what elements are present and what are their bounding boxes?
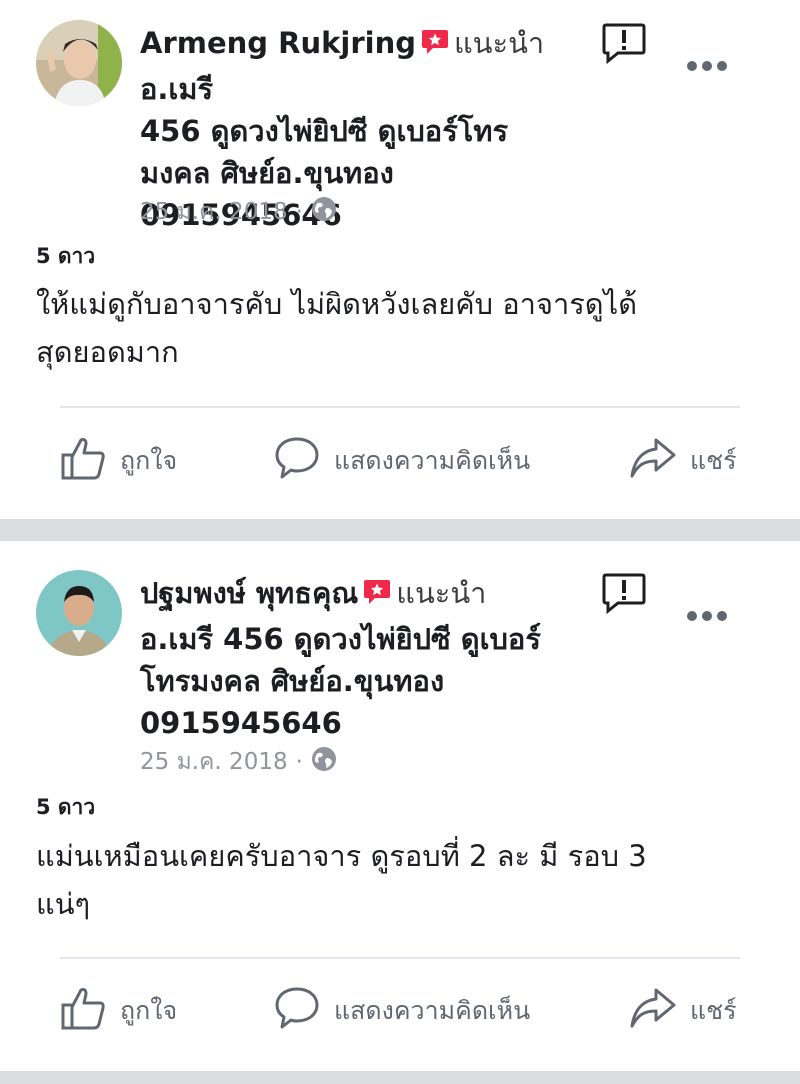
author-avatar[interactable] [36, 570, 122, 656]
recommend-badge-icon [362, 576, 392, 618]
more-options-icon[interactable] [686, 607, 728, 621]
author-avatar[interactable] [36, 20, 122, 106]
review-post-2: ปฐมพงษ์ พุทธคุณ แนะนำ อ.เมรี 456 ดูดวงไพ่… [0, 541, 800, 1071]
recommend-label: แนะนำ [453, 26, 545, 60]
author-name[interactable]: Armeng Rukjring [140, 26, 416, 60]
review-text-line: สุดยอดมาก [36, 335, 179, 369]
thumbs-up-icon [60, 436, 106, 486]
page-name-part[interactable]: โทรมงคล ศิษย์อ.ขุนทอง [140, 664, 444, 698]
thumbs-up-icon [60, 986, 106, 1036]
comment-label: แสดงความคิดเห็น [334, 446, 531, 475]
globe-icon [311, 196, 337, 228]
page-name-part[interactable]: มงคล ศิษย์อ.ขุนทอง [140, 156, 394, 190]
share-arrow-icon [630, 436, 676, 486]
comment-icon [274, 986, 320, 1036]
more-options-icon[interactable] [686, 57, 728, 71]
page-name-part[interactable]: อ.เมรี 456 ดูดวงไพ่ยิปซี ดูเบอร์ [140, 622, 541, 656]
post-date[interactable]: 25 ม.ค. 2018 [140, 194, 288, 230]
review-text-line: ให้แม่ดูกับอาจารคับ ไม่ผิดหวังเลยคับ อาจ… [36, 287, 638, 321]
recommend-label: แนะนำ [396, 576, 487, 610]
star-rating: 5 ดาว [36, 795, 96, 819]
page-name-part[interactable]: 456 ดูดวงไพ่ยิปซี ดูเบอร์โทร [140, 114, 508, 148]
meta-separator: · [295, 199, 303, 225]
phone-number[interactable]: 0915945646 [140, 706, 342, 740]
like-label: ถูกใจ [120, 446, 178, 475]
report-icon[interactable] [602, 22, 646, 65]
post-date[interactable]: 25 ม.ค. 2018 [140, 744, 288, 780]
share-label: แชร์ [690, 446, 737, 475]
star-rating: 5 ดาว [36, 244, 96, 268]
like-label: ถูกใจ [120, 996, 178, 1025]
like-button[interactable]: ถูกใจ [60, 986, 177, 1036]
share-arrow-icon [630, 986, 676, 1036]
comment-label: แสดงความคิดเห็น [334, 996, 531, 1025]
post-header: ปฐมพงษ์ พุทธคุณ แนะนำ อ.เมรี 456 ดูดวงไพ่… [140, 572, 590, 744]
author-name[interactable]: ปฐมพงษ์ พุทธคุณ [140, 576, 358, 610]
meta-separator: · [295, 749, 303, 775]
recommend-badge-icon [420, 26, 450, 68]
share-label: แชร์ [690, 996, 737, 1025]
globe-icon [311, 746, 337, 778]
page-name-part[interactable]: อ.เมรี [140, 72, 213, 106]
review-post-1: Armeng Rukjring แนะนำ อ.เมรี 456 ดูดวงไพ่… [0, 0, 800, 519]
post-meta: 25 ม.ค. 2018 · [140, 744, 337, 780]
review-text: แม่นเหมือนเคยครับอาจาร ดูรอบที่ 2 ละ มี … [36, 832, 766, 928]
report-icon[interactable] [602, 572, 646, 615]
divider [60, 957, 740, 959]
divider [60, 406, 740, 408]
review-text-line: แน่ๆ [36, 887, 91, 921]
share-button[interactable]: แชร์ [630, 436, 737, 486]
comment-button[interactable]: แสดงความคิดเห็น [274, 436, 530, 486]
review-text-line: แม่นเหมือนเคยครับอาจาร ดูรอบที่ 2 ละ มี … [36, 839, 647, 873]
comment-button[interactable]: แสดงความคิดเห็น [274, 986, 530, 1036]
like-button[interactable]: ถูกใจ [60, 436, 177, 486]
review-text: ให้แม่ดูกับอาจารคับ ไม่ผิดหวังเลยคับ อาจ… [36, 280, 766, 376]
comment-icon [274, 436, 320, 486]
post-meta: 25 ม.ค. 2018 · [140, 194, 337, 230]
share-button[interactable]: แชร์ [630, 986, 737, 1036]
